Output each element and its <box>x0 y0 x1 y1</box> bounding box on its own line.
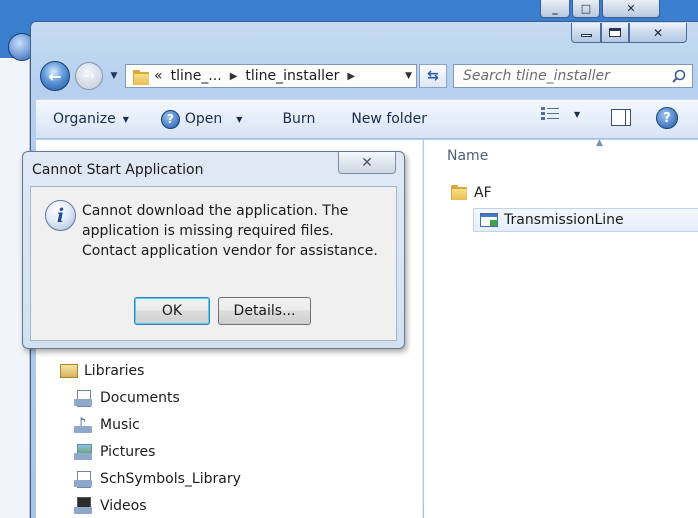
chevron-down-icon[interactable]: ▼ <box>236 115 242 124</box>
documents-library-icon <box>74 389 94 407</box>
background-window-caption-buttons: _ □ ✕ <box>540 0 698 18</box>
new-folder-label: New folder <box>351 111 427 127</box>
back-arrow-icon: ← <box>48 66 62 86</box>
minimize-button[interactable] <box>571 23 601 43</box>
dialog-title: Cannot Start Application <box>32 162 204 178</box>
column-header-label: Name <box>447 148 489 164</box>
library-item-pictures[interactable]: Pictures <box>74 441 155 463</box>
burn-label: Burn <box>282 111 316 127</box>
file-item-transmissionline[interactable]: TransmissionLine <box>473 208 698 232</box>
recent-pages-button[interactable]: ▼ <box>107 70 121 82</box>
help-icon: ? <box>160 109 180 129</box>
preview-pane-button[interactable] <box>611 109 631 126</box>
dialog-close-button[interactable]: ✕ <box>338 152 396 174</box>
error-dialog: Cannot Start Application ✕ i Cannot down… <box>22 151 405 349</box>
burn-button[interactable]: Burn <box>275 105 322 133</box>
maximize-button[interactable] <box>601 23 629 43</box>
organize-button[interactable]: Organize ▼ <box>46 105 136 133</box>
search-icon[interactable] <box>672 69 686 83</box>
caption-buttons: ✕ <box>571 23 687 43</box>
refresh-button[interactable]: ⇆ <box>419 64 447 88</box>
library-item-label: SchSymbols_Library <box>100 471 241 487</box>
search-input[interactable]: Search tline_installer <box>453 64 693 88</box>
background-minimize-button[interactable]: _ <box>540 0 570 18</box>
folder-icon <box>132 69 149 85</box>
music-library-icon <box>74 414 94 434</box>
help-button[interactable]: ? <box>656 107 678 129</box>
documents-library-icon <box>74 470 94 488</box>
library-item-documents[interactable]: Documents <box>74 387 180 409</box>
new-folder-button[interactable]: New folder <box>344 105 434 133</box>
file-item-af[interactable]: AF <box>444 181 692 205</box>
breadcrumb-chevron-icon[interactable]: ▶ <box>230 71 238 82</box>
library-item-label: Pictures <box>100 444 156 460</box>
pictures-library-icon <box>74 443 94 461</box>
minimize-icon <box>580 34 592 37</box>
change-view-button[interactable]: ▼ <box>540 106 580 122</box>
file-list: Name ▲ AF TransmissionLine <box>424 138 698 518</box>
library-item-music[interactable]: Music <box>74 414 140 436</box>
open-label: Open <box>184 111 223 127</box>
address-dropdown-icon[interactable]: ▼ <box>405 71 412 81</box>
refresh-icon: ⇆ <box>427 68 439 84</box>
library-item-schsymbols[interactable]: SchSymbols_Library <box>74 468 241 490</box>
forward-button[interactable]: → <box>75 62 103 90</box>
maximize-icon <box>609 28 621 37</box>
libraries-header[interactable]: Libraries <box>58 360 144 382</box>
file-item-label: AF <box>474 185 492 201</box>
close-icon: ✕ <box>361 154 373 171</box>
libraries-label: Libraries <box>84 363 145 379</box>
library-item-label: Documents <box>100 390 180 406</box>
background-maximize-button[interactable]: □ <box>572 0 600 18</box>
command-bar: Organize ▼ ? Open ▼ Burn New folder ▼ ? <box>36 99 698 139</box>
dialog-message: Cannot download the application. The app… <box>82 203 378 259</box>
close-button[interactable]: ✕ <box>629 23 687 43</box>
address-overflow[interactable]: « <box>154 68 163 84</box>
chevron-down-icon[interactable]: ▼ <box>574 110 580 119</box>
sort-ascending-icon: ▲ <box>596 138 603 148</box>
ok-button[interactable]: OK <box>134 297 210 325</box>
videos-library-icon <box>74 497 94 515</box>
file-item-label: TransmissionLine <box>504 212 624 228</box>
search-placeholder: Search tline_installer <box>463 68 610 84</box>
address-bar[interactable]: « tline_... ▶ tline_installer ▶ ▼ <box>125 64 417 88</box>
organize-label: Organize <box>53 111 116 127</box>
address-segment-parent[interactable]: tline_... <box>171 68 222 84</box>
library-item-label: Videos <box>100 498 147 514</box>
forward-arrow-icon: → <box>83 68 95 84</box>
chevron-down-icon: ▼ <box>122 114 129 124</box>
chevron-down-icon: ▼ <box>110 71 118 81</box>
application-icon <box>480 212 498 228</box>
view-details-icon <box>541 107 559 120</box>
libraries-icon <box>58 362 78 380</box>
open-button[interactable]: ? Open ▼ <box>154 105 250 133</box>
details-button[interactable]: Details... <box>218 297 311 325</box>
back-button[interactable]: ← <box>40 61 70 91</box>
library-item-label: Music <box>100 417 140 433</box>
library-item-videos[interactable]: Videos <box>74 495 147 517</box>
info-icon: i <box>45 200 76 231</box>
help-icon: ? <box>663 110 671 126</box>
folder-icon <box>450 185 468 201</box>
breadcrumb-chevron-icon[interactable]: ▶ <box>347 71 355 82</box>
column-header-name[interactable]: Name ▲ <box>424 138 698 172</box>
background-close-button[interactable]: ✕ <box>602 0 660 18</box>
dialog-body: i Cannot download the application. The a… <box>30 186 397 341</box>
close-icon: ✕ <box>652 25 664 40</box>
address-segment-current[interactable]: tline_installer <box>245 68 339 84</box>
